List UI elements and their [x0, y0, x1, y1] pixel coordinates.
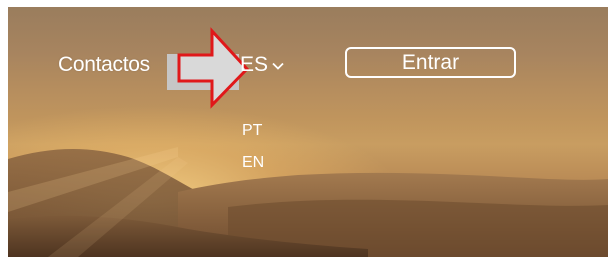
language-option-pt[interactable]: PT: [242, 122, 262, 140]
login-button-label: Entrar: [401, 50, 460, 74]
language-selector[interactable]: ES: [240, 53, 284, 77]
nav-link-contactos[interactable]: Contactos: [58, 53, 150, 77]
landscape-image: [8, 147, 608, 257]
language-option-en[interactable]: EN: [242, 154, 264, 172]
chevron-down-icon: [272, 62, 284, 70]
login-button[interactable]: Entrar: [345, 47, 516, 78]
language-current-label: ES: [240, 53, 269, 76]
hero-background: [8, 7, 608, 257]
